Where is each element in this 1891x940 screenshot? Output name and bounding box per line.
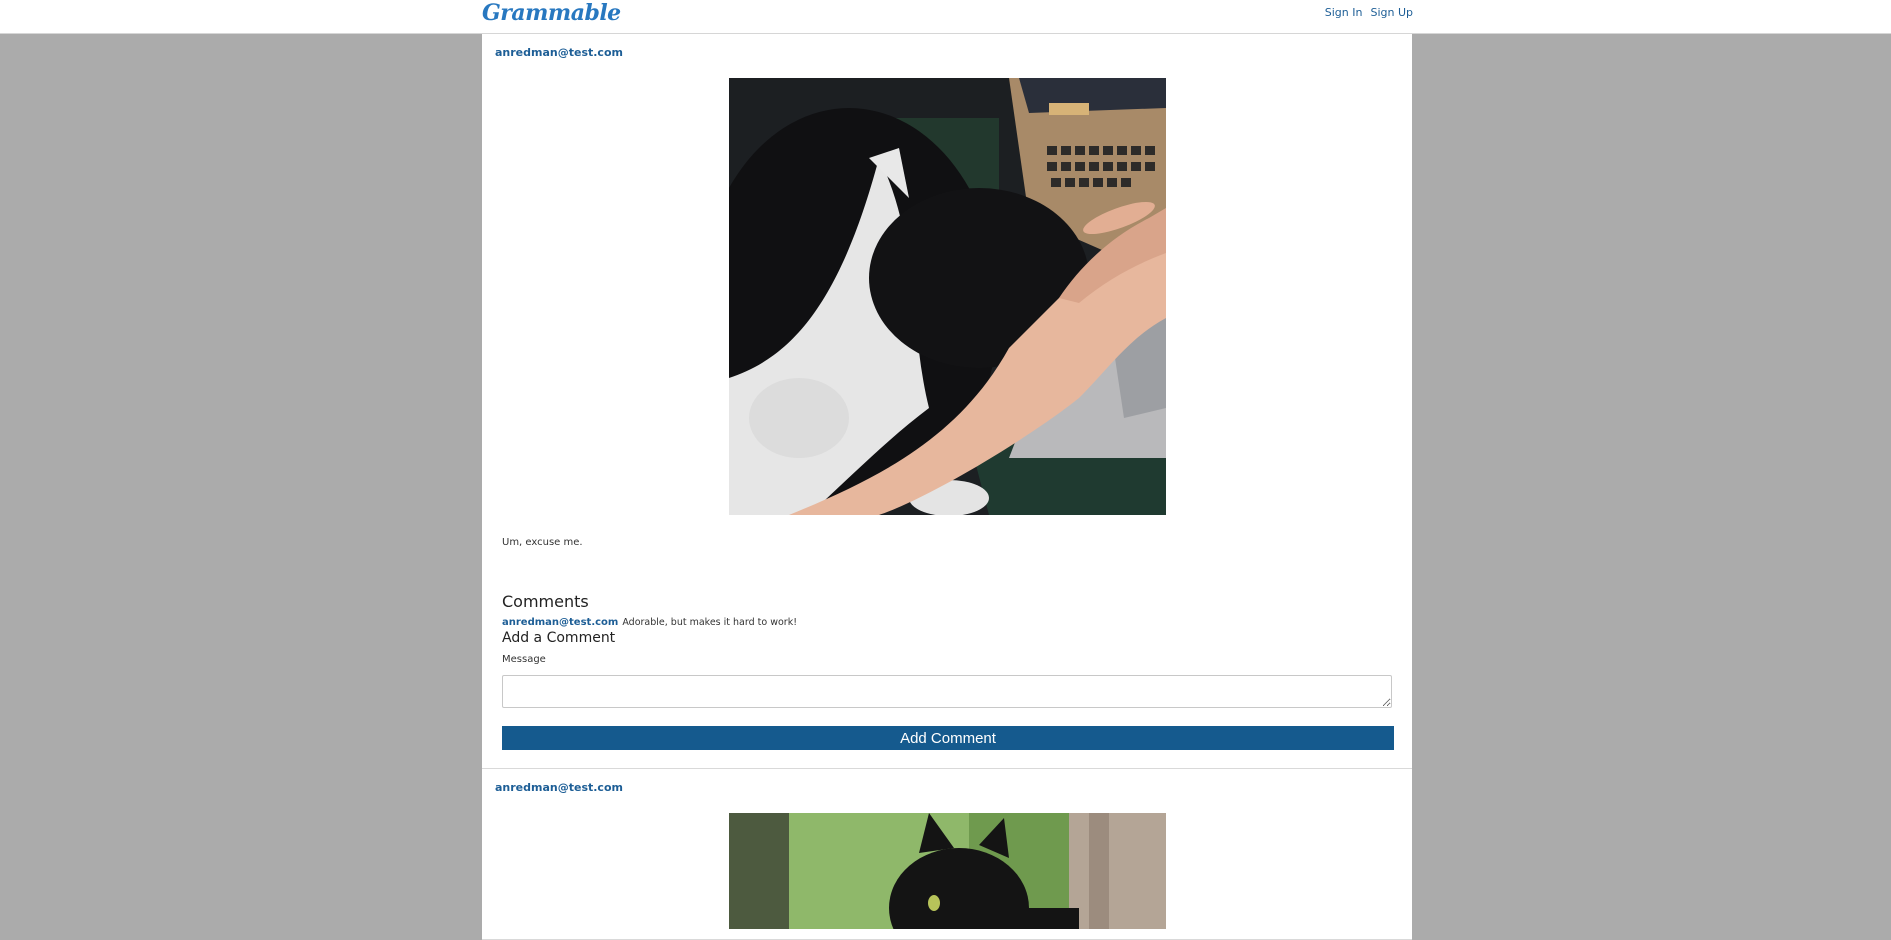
comment-text: Adorable, but makes it hard to work! — [622, 617, 798, 628]
brand-logo[interactable]: Grammable — [482, 0, 621, 26]
add-comment-heading: Add a Comment — [502, 630, 616, 646]
message-textarea[interactable] — [502, 675, 1392, 708]
post-card: anredman@test.com — [482, 769, 1412, 940]
post-card: anredman@test.com — [482, 34, 1412, 769]
post-author-link[interactable]: anredman@test.com — [495, 46, 623, 59]
message-label: Message — [502, 654, 546, 665]
post-caption: Um, excuse me. — [502, 537, 583, 548]
comment-author-link[interactable]: anredman@test.com — [502, 617, 618, 628]
nav-links: Sign In Sign Up — [1325, 6, 1413, 19]
sign-in-link[interactable]: Sign In — [1325, 6, 1363, 19]
post-photo — [729, 78, 1166, 515]
sign-up-link[interactable]: Sign Up — [1370, 6, 1413, 19]
post-feed: anredman@test.com Um, excuse me. Comment… — [482, 34, 1412, 940]
comments-heading: Comments — [502, 592, 589, 611]
navbar: Grammable Sign In Sign Up — [0, 0, 1891, 34]
post-photo — [729, 813, 1166, 929]
add-comment-button[interactable]: Add Comment — [502, 726, 1394, 750]
post-author-link[interactable]: anredman@test.com — [495, 781, 623, 794]
comment-item: anredman@test.com Adorable, but makes it … — [502, 617, 797, 628]
